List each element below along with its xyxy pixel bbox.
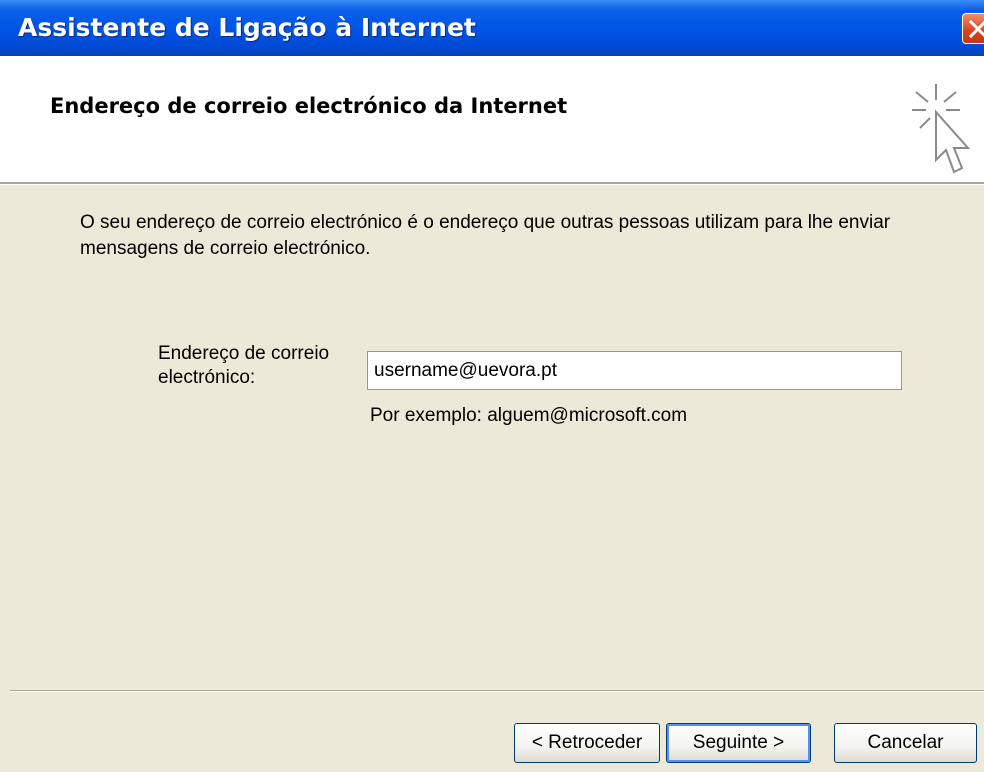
page-title: Endereço de correio electrónico da Inter… xyxy=(50,94,568,118)
cursor-sparkle-icon xyxy=(912,84,971,174)
title-bar: Assistente de Ligação à Internet xyxy=(0,0,984,56)
close-icon xyxy=(968,19,984,39)
close-button[interactable] xyxy=(962,13,984,44)
description-text: O seu endereço de correio electrónico é … xyxy=(80,212,891,259)
email-label: Endereço de correio electrónico: xyxy=(158,343,330,388)
next-button[interactable]: Seguinte > xyxy=(666,723,811,763)
cancel-button[interactable]: Cancelar xyxy=(834,723,977,763)
wizard-header: Endereço de correio electrónico da Inter… xyxy=(0,56,984,182)
header-divider xyxy=(0,182,984,185)
email-field[interactable] xyxy=(367,351,902,390)
footer-divider xyxy=(10,690,984,692)
email-example-hint: Por exemplo: alguem@microsoft.com xyxy=(370,405,688,426)
window-title: Assistente de Ligação à Internet xyxy=(18,13,476,42)
back-button[interactable]: < Retroceder xyxy=(514,723,660,763)
